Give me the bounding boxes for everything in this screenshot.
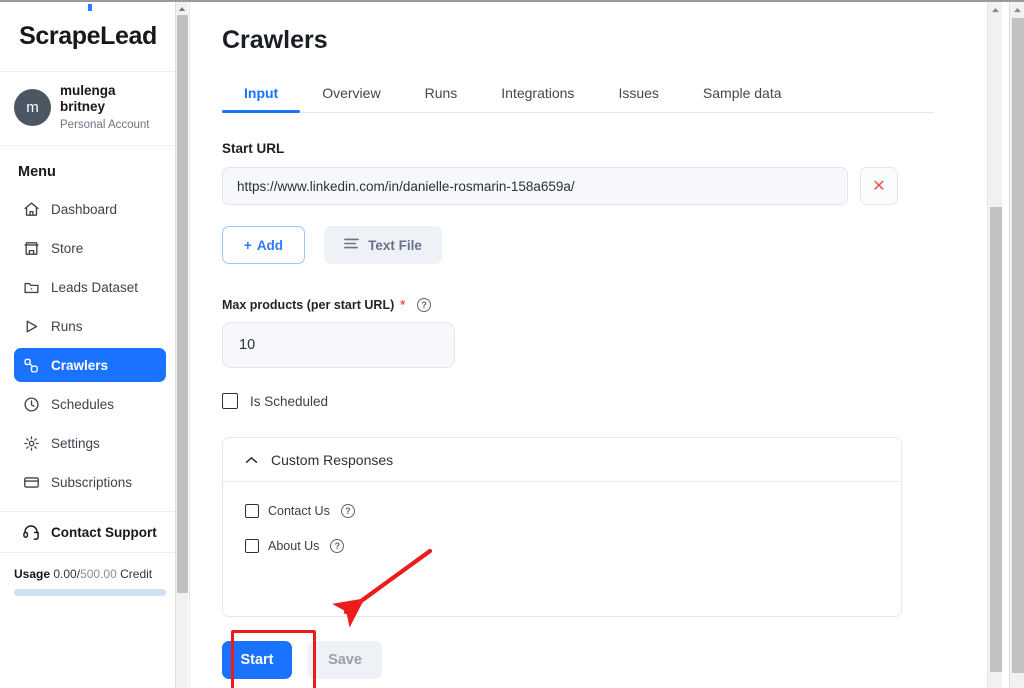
sidebar-item-crawlers[interactable]: Crawlers — [14, 348, 166, 382]
usage-progress-bar — [14, 589, 166, 596]
custom-response-option-about-us[interactable]: About Us ? — [245, 539, 901, 553]
sidebar: ScrapeLead m mulenga britney Personal Ac… — [0, 2, 190, 688]
start-url-label: Start URL — [222, 141, 285, 156]
sidebar-item-schedules[interactable]: Schedules — [14, 387, 166, 421]
sidebar-item-label: Schedules — [51, 396, 115, 412]
account-last-name: britney — [60, 99, 106, 115]
menu-heading: Menu — [18, 164, 56, 180]
close-icon: ✕ — [872, 178, 886, 195]
scroll-up-arrow-icon[interactable] — [176, 2, 188, 15]
max-products-label-row: Max products (per start URL) * ? — [222, 298, 964, 312]
start-url-row: ✕ — [222, 167, 964, 205]
usage-unit: Credit — [120, 567, 153, 581]
sidebar-item-dashboard[interactable]: Dashboard — [14, 192, 166, 226]
crawlers-icon — [22, 356, 40, 374]
credit-card-icon — [22, 473, 40, 491]
text-file-label: Text File — [368, 237, 422, 253]
usage-section: Usage 0.00/500.00 Credit — [0, 553, 176, 596]
sidebar-item-label: Settings — [51, 435, 100, 451]
start-url-clear-button[interactable]: ✕ — [860, 167, 898, 205]
contact-us-checkbox[interactable] — [245, 504, 259, 518]
window-scroll-thumb[interactable] — [1012, 18, 1024, 673]
folder-icon — [22, 278, 40, 296]
custom-response-option-contact-us[interactable]: Contact Us ? — [245, 504, 901, 518]
custom-responses-title: Custom Responses — [271, 451, 394, 468]
form-actions-row: Start Save — [222, 641, 964, 679]
about-us-label: About Us — [268, 539, 320, 553]
max-products-label: Max products (per start URL) — [222, 298, 395, 312]
sidebar-item-label: Dashboard — [51, 201, 118, 217]
main-content: Crawlers Input Overview Runs Integration… — [190, 2, 1024, 688]
start-button[interactable]: Start — [222, 641, 292, 679]
custom-responses-header[interactable]: Custom Responses — [223, 438, 901, 482]
tab-overview[interactable]: Overview — [300, 79, 402, 112]
is-scheduled-label: Is Scheduled — [250, 393, 329, 409]
is-scheduled-row[interactable]: Is Scheduled — [222, 393, 964, 409]
question-mark-icon[interactable]: ? — [330, 539, 345, 553]
add-button-label: Add — [256, 237, 284, 253]
home-icon — [22, 200, 40, 218]
usage-total: 500.00 — [80, 567, 117, 581]
about-us-checkbox[interactable] — [245, 539, 259, 553]
content-scrollbar[interactable] — [987, 2, 1002, 688]
sidebar-item-store[interactable]: Store — [14, 231, 166, 265]
tab-bar: Input Overview Runs Integrations Issues … — [222, 79, 934, 113]
sidebar-item-settings[interactable]: Settings — [14, 426, 166, 460]
text-file-button[interactable]: Text File — [324, 226, 442, 264]
sidebar-item-label: Crawlers — [51, 357, 109, 373]
sidebar-item-subscriptions[interactable]: Subscriptions — [14, 465, 166, 499]
brand-accent-dot — [88, 4, 92, 11]
account-type: Personal Account — [60, 118, 150, 131]
question-mark-icon[interactable]: ? — [417, 298, 432, 312]
plus-icon: + — [243, 237, 252, 253]
tab-runs[interactable]: Runs — [403, 79, 480, 112]
question-mark-icon[interactable]: ? — [340, 504, 355, 518]
store-icon — [22, 239, 40, 257]
sidebar-scroll-thumb[interactable] — [177, 15, 188, 593]
clock-icon — [22, 395, 40, 413]
account-card[interactable]: m mulenga britney Personal Account — [0, 72, 176, 146]
sidebar-nav: Dashboard Store Leads Dataset Runs Crawl… — [0, 190, 176, 501]
tab-input[interactable]: Input — [222, 79, 301, 113]
play-icon — [22, 317, 40, 335]
account-first-name: mulenga — [60, 83, 116, 99]
is-scheduled-checkbox[interactable] — [222, 393, 238, 409]
contact-support-button[interactable]: Contact Support — [0, 511, 176, 553]
max-products-input[interactable] — [222, 322, 455, 368]
tab-integrations[interactable]: Integrations — [479, 79, 596, 112]
brand-logo[interactable]: ScrapeLead — [0, 2, 176, 72]
url-actions-row: + Add Text File — [222, 226, 964, 264]
gear-icon — [22, 434, 40, 452]
usage-used: 0.00 — [53, 567, 77, 581]
start-url-input[interactable] — [222, 167, 848, 205]
list-lines-icon — [344, 237, 359, 253]
avatar: m — [14, 89, 51, 126]
tab-sample-data[interactable]: Sample data — [681, 79, 804, 112]
brand-logo-text: ScrapeLead — [19, 22, 157, 50]
content-scroll-thumb[interactable] — [990, 207, 1002, 672]
usage-label: Usage — [14, 567, 51, 581]
sidebar-item-leads-dataset[interactable]: Leads Dataset — [14, 270, 166, 304]
headset-icon — [22, 523, 40, 541]
page-title: Crawlers — [222, 26, 328, 54]
custom-responses-panel: Custom Responses Contact Us ? About Us ? — [222, 437, 902, 617]
add-url-button[interactable]: + Add — [222, 226, 305, 264]
custom-responses-body: Contact Us ? About Us ? — [223, 482, 901, 553]
scroll-up-arrow-icon[interactable] — [1010, 2, 1024, 17]
sidebar-item-label: Store — [51, 240, 84, 256]
sidebar-item-label: Leads Dataset — [51, 279, 139, 295]
tab-issues[interactable]: Issues — [596, 79, 680, 112]
chevron-up-icon[interactable] — [245, 456, 258, 464]
contact-support-label: Contact Support — [51, 524, 157, 540]
sidebar-item-runs[interactable]: Runs — [14, 309, 166, 343]
sidebar-scrollbar[interactable] — [175, 2, 188, 688]
sidebar-item-label: Subscriptions — [51, 474, 133, 490]
contact-us-label: Contact Us — [268, 504, 330, 518]
app-window: ScrapeLead m mulenga britney Personal Ac… — [0, 0, 1024, 688]
scroll-up-arrow-icon[interactable] — [988, 2, 1002, 17]
save-button[interactable]: Save — [308, 641, 382, 679]
sidebar-item-label: Runs — [51, 318, 83, 334]
required-marker: * — [400, 298, 406, 312]
window-scrollbar[interactable] — [1009, 2, 1024, 688]
